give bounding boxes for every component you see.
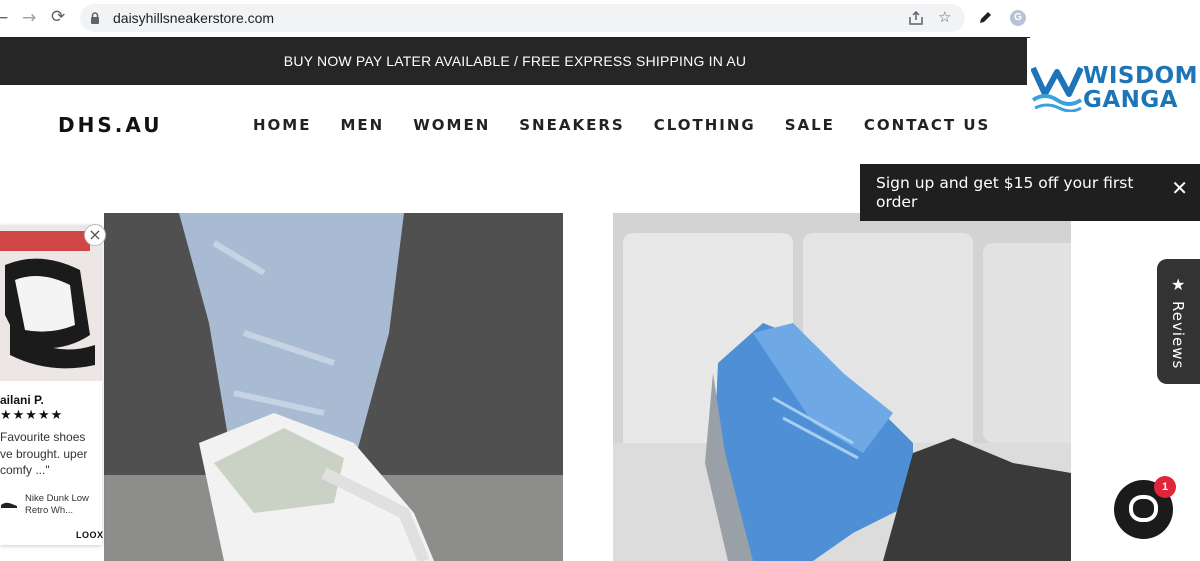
page: ← → ⟳ daisyhillsneakerstore.com ☆ G BUY … bbox=[0, 0, 1200, 561]
product-image-sneaker-blue[interactable] bbox=[613, 213, 1071, 561]
bookmark-star-icon[interactable]: ☆ bbox=[938, 8, 951, 26]
sneaker-photo bbox=[104, 213, 563, 561]
reviews-tab-label: Reviews bbox=[1169, 301, 1187, 370]
loox-brand: LOOX bbox=[76, 530, 104, 540]
profile-avatar[interactable]: G bbox=[1010, 10, 1026, 26]
watermark-text: WISDOM GANGA bbox=[1083, 64, 1198, 112]
reload-icon[interactable]: ⟳ bbox=[51, 7, 65, 27]
pen-icon[interactable] bbox=[978, 10, 993, 25]
chat-button[interactable]: 1 bbox=[1114, 476, 1176, 539]
menu-item-sneakers[interactable]: SNEAKERS bbox=[519, 116, 624, 134]
announcement-bar: BUY NOW PAY LATER AVAILABLE / FREE EXPRE… bbox=[0, 37, 1030, 85]
dunk-photo bbox=[0, 225, 102, 381]
address-bar[interactable]: daisyhillsneakerstore.com ☆ bbox=[80, 4, 965, 32]
main-menu: HOME MEN WOMEN SNEAKERS CLOTHING SALE CO… bbox=[253, 116, 1019, 134]
menu-item-men[interactable]: MEN bbox=[340, 116, 384, 134]
lock-icon bbox=[91, 12, 99, 24]
site-header: DHS.AU HOME MEN WOMEN SNEAKERS CLOTHING … bbox=[0, 85, 1030, 163]
sneaker-photo-blue bbox=[613, 213, 1071, 561]
signup-text: Sign up and get $15 off your first order bbox=[876, 174, 1134, 211]
watermark-logo: WISDOM GANGA bbox=[1027, 38, 1200, 163]
menu-item-home[interactable]: HOME bbox=[253, 116, 311, 134]
site-logo[interactable]: DHS.AU bbox=[58, 113, 162, 137]
menu-item-contact-us[interactable]: CONTACT US bbox=[864, 116, 990, 134]
close-review-popup-button[interactable]: × bbox=[84, 224, 106, 246]
reviews-side-tab[interactable]: ★ Reviews bbox=[1157, 259, 1200, 384]
menu-item-women[interactable]: WOMEN bbox=[413, 116, 490, 134]
chat-bubble-icon bbox=[1129, 495, 1158, 522]
browser-toolbar: ← → ⟳ daisyhillsneakerstore.com ☆ G bbox=[0, 0, 1030, 37]
product-image-sneaker-green[interactable] bbox=[104, 213, 563, 561]
close-icon[interactable]: ✕ bbox=[1171, 178, 1188, 198]
back-arrow-icon[interactable]: ← bbox=[0, 8, 8, 28]
shoe-thumbnail-icon bbox=[1, 502, 17, 508]
share-icon[interactable] bbox=[908, 11, 924, 25]
url-text[interactable]: daisyhillsneakerstore.com bbox=[113, 10, 274, 26]
forward-arrow-icon[interactable]: → bbox=[22, 8, 36, 28]
watermark-line-1: WISDOM bbox=[1083, 63, 1199, 89]
signup-banner[interactable]: Sign up and get $15 off your first order… bbox=[860, 164, 1200, 221]
reviewed-product-name[interactable]: Nike Dunk Low Retro Wh... bbox=[25, 493, 100, 517]
watermark-line-2: GANGA bbox=[1083, 87, 1179, 113]
rating-stars: ★★★★★ bbox=[0, 408, 64, 423]
wave-logo-icon bbox=[1031, 66, 1083, 112]
star-icon: ★ bbox=[1171, 275, 1186, 294]
review-quote: Favourite shoes ve brought. uper comfy .… bbox=[0, 430, 88, 477]
review-popup[interactable]: ailani P. ★★★★★ Favourite shoes ve broug… bbox=[0, 225, 104, 545]
chat-notification-badge: 1 bbox=[1154, 476, 1176, 498]
menu-item-sale[interactable]: SALE bbox=[785, 116, 835, 134]
menu-item-clothing[interactable]: CLOTHING bbox=[654, 116, 756, 134]
reviewer-name: ailani P. bbox=[0, 393, 44, 407]
review-photo bbox=[0, 225, 102, 381]
